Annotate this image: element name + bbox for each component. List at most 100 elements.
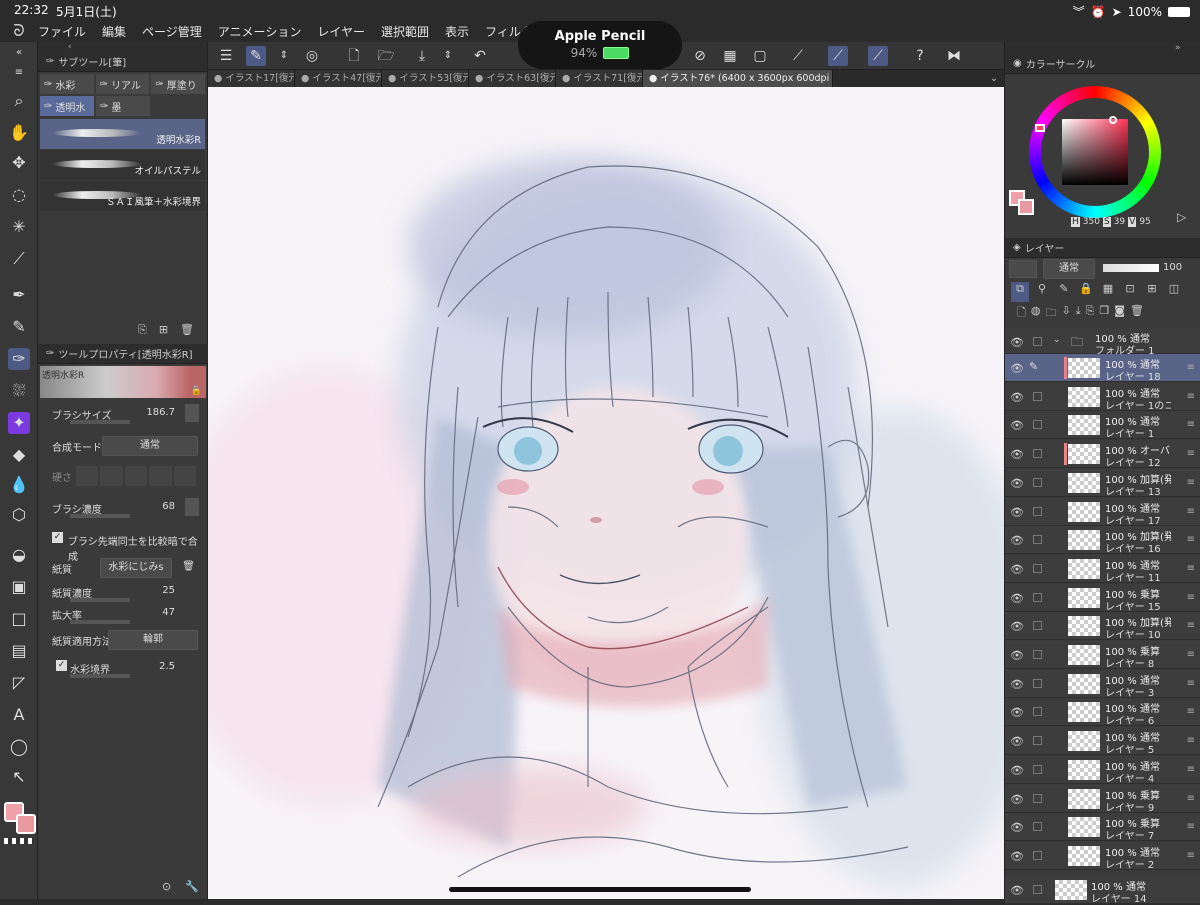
magic-wand-icon[interactable]: ✳ (8, 216, 30, 238)
layer-menu-icon[interactable]: ≡ (1187, 563, 1195, 574)
visibility-eye-icon[interactable]: 👁 (1010, 821, 1024, 834)
eraser-tool-icon[interactable]: ◆ (8, 444, 30, 466)
panel-menu-icon[interactable]: ≡ (8, 62, 30, 84)
layer-row[interactable]: 👁 100 % 通常 レイヤー 11 ≡ (1005, 554, 1200, 584)
lock-layer-icon[interactable]: 🔒 (1077, 282, 1095, 302)
layer-menu-icon[interactable]: ≡ (1187, 793, 1195, 804)
home-indicator[interactable] (449, 887, 751, 892)
delete-paper-icon[interactable]: 🗑 (182, 561, 195, 572)
folder-expand-icon[interactable]: ⌄ (1053, 335, 1061, 345)
visibility-eye-icon[interactable]: 👁 (1010, 764, 1024, 777)
brush-size-slider[interactable] (70, 420, 130, 424)
layer-row[interactable]: 👁 100 % 通常 レイヤー 3 ≡ (1005, 669, 1200, 699)
brush-item-oil-pastel[interactable]: オイルパステル (40, 150, 205, 180)
visibility-eye-icon[interactable]: 👁 (1010, 649, 1024, 662)
transparent-color-icon[interactable] (4, 838, 34, 844)
layer-check-box[interactable] (1033, 506, 1042, 516)
panel-collapse[interactable]: ‹ (38, 42, 207, 52)
lasso-tool-icon[interactable]: ◌ (8, 184, 30, 206)
color-switch-icon[interactable]: ▷ (1177, 210, 1186, 224)
layer-opacity-slider[interactable] (1103, 264, 1159, 272)
clip-studio-logo-icon[interactable]: ᘐ (0, 21, 38, 41)
layer-check-box[interactable] (1033, 337, 1042, 346)
eyedropper-icon[interactable]: ⟋ (8, 248, 30, 270)
hardness-option[interactable] (124, 466, 148, 486)
layer-row[interactable]: 👁 100 % 通常 レイヤー 4 ≡ (1005, 755, 1200, 785)
panel-collapse[interactable]: » (1005, 42, 1200, 54)
subtool-tab-transparent-watercolor[interactable]: ✑ 透明水 (40, 96, 94, 116)
collapse-icon[interactable]: « (8, 42, 30, 64)
blend-mode-select[interactable]: 通常 (102, 436, 198, 456)
menu-view[interactable]: 表示 (445, 23, 469, 40)
tab-illust53[interactable]: ● イラスト53[復元 (382, 70, 469, 87)
flip-horizontal-icon[interactable]: ⧓ (944, 46, 964, 66)
layer-check-box[interactable] (1033, 822, 1042, 832)
watercolor-border-slider[interactable] (70, 674, 130, 678)
layer-menu-icon[interactable]: ≡ (1187, 706, 1195, 717)
layer-row[interactable]: 👁 100 % 乗算 レイヤー 15 ≡ (1005, 583, 1200, 613)
new-raster-layer-icon[interactable]: 🗋 (1017, 304, 1026, 324)
visibility-eye-icon[interactable]: 👁 (1010, 448, 1024, 461)
layer-menu-icon[interactable]: ≡ (1187, 592, 1195, 603)
new-folder-icon[interactable]: 🗀 (1045, 304, 1056, 324)
color-sub-swatch[interactable] (1018, 199, 1034, 215)
layer-check-box[interactable] (1033, 391, 1042, 401)
new-file-icon[interactable]: 🗋 (344, 46, 364, 66)
visibility-eye-icon[interactable]: 👁 (1010, 620, 1024, 633)
correct-line-tool-icon[interactable]: ↖ (8, 766, 30, 788)
smoothing-icon[interactable]: ⟋ (828, 46, 848, 66)
visibility-eye-icon[interactable]: 👁 (1010, 850, 1024, 863)
layer-check-box[interactable] (1033, 621, 1042, 631)
gradient-tool-icon[interactable]: ▣ (8, 576, 30, 598)
visibility-eye-icon[interactable]: 👁 (1010, 793, 1024, 806)
visibility-eye-icon[interactable]: 👁 (1010, 477, 1024, 490)
layer-menu-icon[interactable]: ≡ (1187, 735, 1195, 746)
delete-layer-icon[interactable]: 🗑 (1130, 304, 1144, 324)
layer-mask-icon[interactable]: ◙ (1114, 304, 1125, 324)
clip-studio-icon[interactable]: ◎ (302, 46, 322, 66)
tab-illust17[interactable]: ● イラスト17[復元 (208, 70, 295, 87)
subtool-tab-real[interactable]: ✑ リアル (95, 74, 150, 94)
visibility-eye-icon[interactable]: 👁 (1010, 362, 1024, 375)
layer-row[interactable]: 👁 ✎ 100 % 通常 レイヤー 18 ≡ (1005, 354, 1200, 383)
new-subtool-icon[interactable]: ⊞ (159, 323, 168, 337)
tab-illust76[interactable]: ● イラスト76* (6400 x 3600px 600dpi 116.2%) (643, 70, 833, 87)
checkbox-checked-icon[interactable]: ✓ (52, 532, 63, 543)
mask-enable-icon[interactable]: ⊡ (1121, 282, 1139, 302)
blend-tool-icon[interactable]: 💧 (8, 474, 30, 496)
layer-menu-icon[interactable]: ≡ (1187, 477, 1195, 488)
layer-check-box[interactable] (1033, 850, 1042, 860)
layer-check-box[interactable] (1033, 535, 1042, 545)
layer-row[interactable]: 👁 100 % 通常 レイヤー 5 ≡ (1005, 727, 1200, 756)
zoom-tool-icon[interactable]: ⌕ (8, 90, 30, 112)
hardness-option[interactable] (173, 466, 197, 486)
layer-blend-select[interactable]: 通常 (1043, 259, 1095, 279)
menu-page[interactable]: ページ管理 (142, 23, 202, 40)
layer-check-box[interactable] (1033, 764, 1042, 774)
menu-icon[interactable]: ☰ (216, 46, 236, 66)
wrench-icon[interactable]: 🔧 (185, 880, 199, 893)
layer-row[interactable]: 👁100 % 通常レイヤー 1のコピ≡ (1005, 382, 1200, 412)
subtool-tab-ink[interactable]: ✑ 墨 (96, 96, 150, 116)
layer-row-14[interactable]: 👁 100 % 通常 レイヤー 14 (1005, 876, 1200, 905)
menu-edit[interactable]: 編集 (102, 23, 126, 40)
layer-check-box[interactable] (1033, 420, 1042, 430)
layer-color-icon[interactable] (1009, 260, 1037, 278)
checkbox-checked-icon[interactable]: ✓ (56, 660, 67, 671)
layer-row[interactable]: 👁 100 % 加算(発 レイヤー 10 ≡ (1005, 612, 1200, 641)
layer-check-box[interactable] (1033, 885, 1042, 894)
invert-selection-icon[interactable]: ▦ (720, 46, 740, 66)
layer-row[interactable]: 👁 100 % 加算(発 レイヤー 13 ≡ (1005, 468, 1200, 498)
tab-illust47[interactable]: ● イラスト47[復元 (295, 70, 382, 87)
hardness-option[interactable] (76, 466, 99, 486)
visibility-eye-icon[interactable]: 👁 (1010, 592, 1024, 605)
clear-selection-icon[interactable]: ⊘ (690, 46, 710, 66)
layer-row[interactable]: 👁 100 % 乗算 レイヤー 7 ≡ (1005, 813, 1200, 842)
reference-layer-icon[interactable]: ⚲ (1033, 282, 1051, 302)
layer-row[interactable]: 👁 100 % 乗算 レイヤー 9 ≡ (1005, 784, 1200, 814)
visibility-eye-icon[interactable]: 👁 (1010, 735, 1024, 748)
layer-check-box[interactable] (1033, 650, 1042, 659)
lock-alpha-icon[interactable]: ▦ (1099, 282, 1117, 302)
layer-row[interactable]: 👁 100 % 加算(発 レイヤー 16 ≡ (1005, 526, 1200, 555)
correct-line-icon[interactable]: ⟋ (788, 46, 808, 66)
